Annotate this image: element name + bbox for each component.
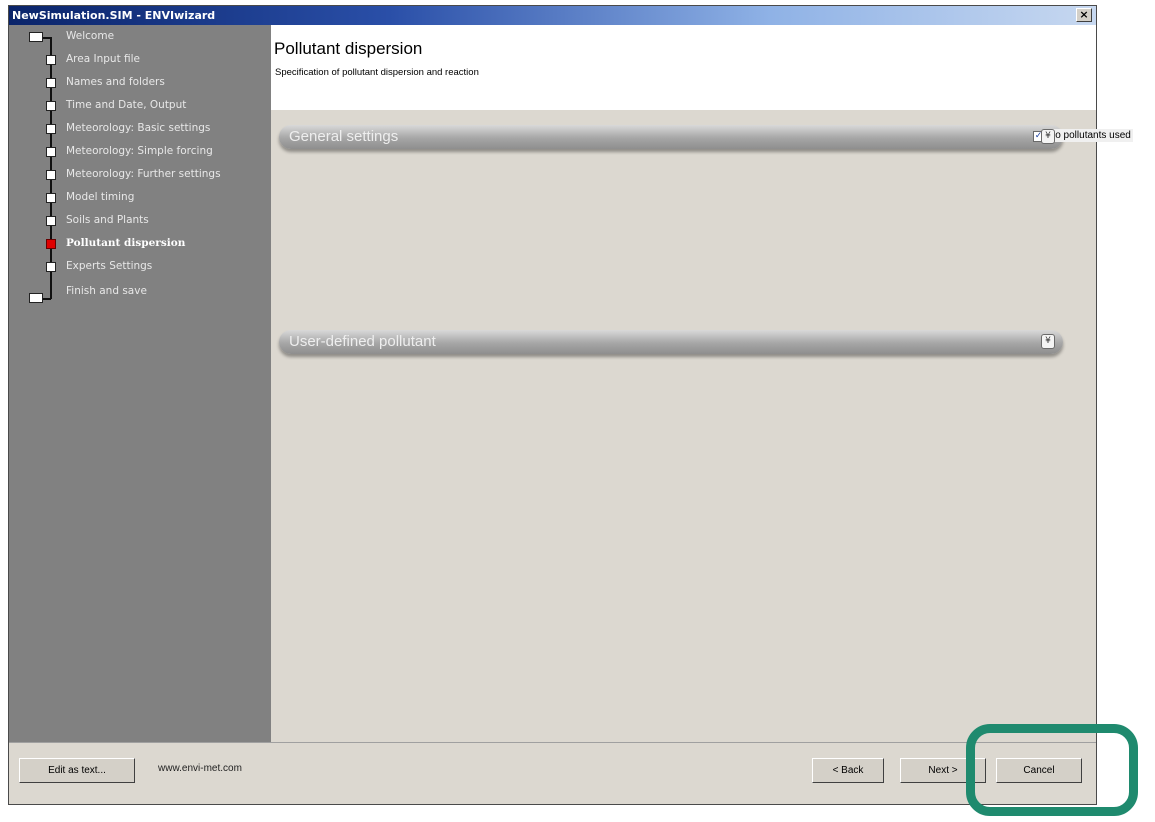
user-defined-pollutant-title: User-defined pollutant bbox=[289, 333, 436, 350]
sidebar-item-time[interactable]: Time and Date, Output bbox=[66, 99, 186, 111]
step-node-soils bbox=[46, 216, 56, 226]
window-title: NewSimulation.SIM - ENVIwizard bbox=[12, 9, 216, 22]
step-node-met-simple bbox=[46, 147, 56, 157]
step-node-welcome bbox=[29, 32, 43, 42]
cancel-highlight-ring bbox=[966, 724, 1138, 816]
step-node-met-further bbox=[46, 170, 56, 180]
step-node-time bbox=[46, 101, 56, 111]
step-node-model-timing bbox=[46, 193, 56, 203]
page-header: Pollutant dispersion Specification of po… bbox=[271, 25, 1096, 110]
footer-bar: Edit as text... www.envi-met.com < Back … bbox=[9, 742, 1096, 804]
wizard-steps-sidebar: Welcome Area Input file Names and folder… bbox=[9, 25, 271, 742]
sidebar-item-names[interactable]: Names and folders bbox=[66, 76, 165, 88]
content-panel: General settings ✓ No pollutants used ¥ … bbox=[271, 110, 1133, 742]
step-node-experts bbox=[46, 262, 56, 272]
page-subtitle: Specification of pollutant dispersion an… bbox=[275, 67, 479, 78]
no-pollutants-label[interactable]: No pollutants used bbox=[1046, 129, 1133, 142]
general-settings-title: General settings bbox=[289, 128, 399, 145]
sidebar-item-met-further[interactable]: Meteorology: Further settings bbox=[66, 168, 221, 180]
user-defined-pollutant-group[interactable]: User-defined pollutant ¥ bbox=[279, 330, 1063, 354]
sidebar-item-welcome[interactable]: Welcome bbox=[66, 30, 114, 42]
sidebar-item-finish[interactable]: Finish and save bbox=[66, 285, 147, 297]
sidebar-item-met-basic[interactable]: Meteorology: Basic settings bbox=[66, 122, 210, 134]
general-settings-group[interactable]: General settings ✓ No pollutants used ¥ bbox=[279, 125, 1133, 149]
page-title: Pollutant dispersion bbox=[274, 39, 423, 58]
sidebar-item-model-timing[interactable]: Model timing bbox=[66, 191, 134, 203]
website-link[interactable]: www.envi-met.com bbox=[158, 763, 242, 774]
steps-tree: Welcome Area Input file Names and folder… bbox=[9, 25, 271, 325]
sidebar-item-experts[interactable]: Experts Settings bbox=[66, 260, 152, 272]
sidebar-item-area-input[interactable]: Area Input file bbox=[66, 53, 140, 65]
step-node-pollutant bbox=[46, 239, 56, 249]
tree-trunk bbox=[50, 37, 52, 299]
step-node-area-input bbox=[46, 55, 56, 65]
sidebar-item-pollutant[interactable]: Pollutant dispersion bbox=[66, 237, 185, 249]
close-icon[interactable]: × bbox=[1076, 8, 1092, 22]
step-node-names bbox=[46, 78, 56, 88]
edit-as-text-button[interactable]: Edit as text... bbox=[19, 758, 135, 783]
sidebar-item-soils[interactable]: Soils and Plants bbox=[66, 214, 149, 226]
step-node-finish bbox=[29, 293, 43, 303]
step-node-met-basic bbox=[46, 124, 56, 134]
collapse-general-icon[interactable]: ¥ bbox=[1041, 129, 1055, 144]
window-titlebar[interactable]: NewSimulation.SIM - ENVIwizard × bbox=[9, 6, 1096, 25]
collapse-user-defined-icon[interactable]: ¥ bbox=[1041, 334, 1055, 349]
wizard-window: NewSimulation.SIM - ENVIwizard × Welcome… bbox=[8, 5, 1133, 805]
sidebar-item-met-simple[interactable]: Meteorology: Simple forcing bbox=[66, 145, 213, 157]
back-button[interactable]: < Back bbox=[812, 758, 884, 783]
